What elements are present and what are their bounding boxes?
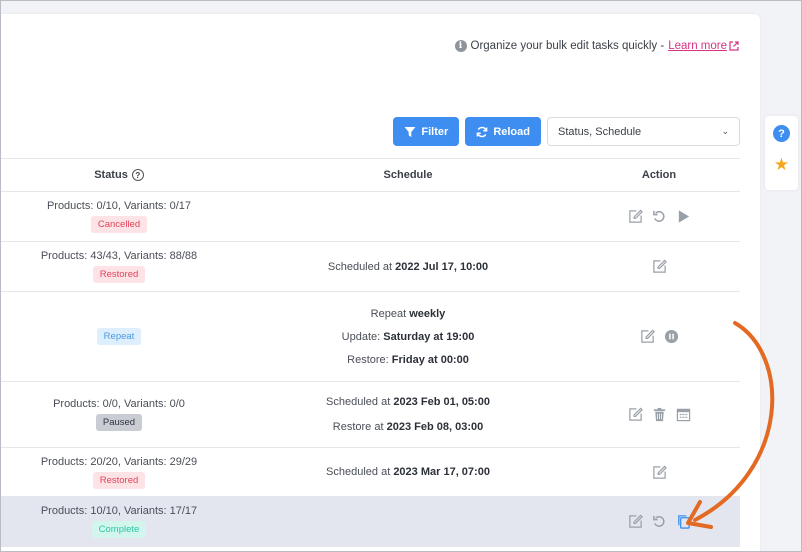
table-row: Products: 0/0, Variants: 0/0 Paused Sche… [0, 382, 740, 448]
chevron-down-icon: ⌄ [721, 126, 729, 136]
table-row: Products: 43/43, Variants: 88/88 Restore… [0, 242, 740, 292]
tip-line: i Organize your bulk edit tasks quickly … [454, 40, 739, 52]
action-cell [578, 209, 740, 224]
schedule-cell: Scheduled at 2023 Mar 17, 07:00 [238, 466, 578, 478]
table-header: Status ? Schedule Action [0, 158, 740, 192]
edit-icon[interactable] [652, 465, 667, 480]
undo-icon[interactable] [652, 209, 667, 224]
action-header: Action [641, 169, 677, 181]
edit-icon[interactable] [628, 514, 643, 529]
table-row: Products: 0/10, Variants: 0/17 Cancelled [0, 192, 740, 242]
schedule-line: Restore at 2023 Feb 08, 03:00 [332, 421, 484, 433]
filter-button[interactable]: Filter [393, 117, 460, 146]
row-summary: Products: 0/0, Variants: 0/0 [53, 398, 185, 410]
star-icon[interactable]: ★ [774, 156, 789, 173]
pause-icon[interactable] [664, 329, 679, 344]
status-badge: Cancelled [90, 216, 148, 233]
row-summary: Products: 20/20, Variants: 29/29 [40, 455, 198, 468]
table-row: Products: 10/10, Variants: 17/17 Complet… [0, 497, 740, 547]
undo-icon[interactable] [652, 514, 667, 529]
edit-icon[interactable] [640, 329, 655, 344]
schedule-line: Restore: Friday at 00:00 [347, 353, 469, 366]
info-icon: i [454, 40, 467, 52]
row-summary: Products: 43/43, Variants: 88/88 [40, 250, 198, 262]
edit-icon[interactable] [628, 209, 643, 224]
action-cell [578, 407, 740, 422]
schedule-line: Update: Saturday at 19:00 [341, 330, 475, 343]
trash-icon[interactable] [652, 407, 667, 422]
status-cell: Repeat [0, 328, 238, 345]
tip-text: Organize your bulk edit tasks quickly - [470, 40, 665, 52]
main-card: i Organize your bulk edit tasks quickly … [0, 14, 760, 552]
table-row: Products: 20/20, Variants: 29/29 Restore… [0, 448, 740, 497]
edit-icon[interactable] [652, 259, 667, 274]
action-cell [578, 514, 740, 529]
status-cell: Products: 10/10, Variants: 17/17 Complet… [0, 505, 238, 538]
schedule-line: Scheduled at 2023 Feb 01, 05:00 [326, 396, 490, 408]
schedule-header: Schedule [383, 169, 433, 181]
filter-label: Filter [421, 125, 449, 138]
tasks-table: Status ? Schedule Action Products: 0/10,… [0, 158, 740, 547]
status-badge: Restored [92, 471, 146, 489]
schedule-line: Scheduled at 2023 Mar 17, 07:00 [326, 466, 490, 478]
help-icon[interactable]: ? [773, 125, 790, 142]
status-badge: Repeat [96, 328, 142, 345]
filter-icon [404, 126, 416, 137]
action-cell [578, 259, 740, 274]
status-badge: Complete [91, 521, 147, 538]
row-summary: Products: 0/10, Variants: 0/17 [46, 200, 192, 212]
status-badge: Restored [92, 266, 146, 283]
edit-icon[interactable] [628, 407, 643, 422]
play-icon[interactable] [676, 209, 691, 224]
floating-sidebar: ? ★ [765, 116, 798, 190]
status-cell: Products: 0/10, Variants: 0/17 Cancelled [0, 200, 238, 233]
schedule-cell: Repeat weekly Update: Saturday at 19:00 … [238, 308, 578, 366]
reload-button[interactable]: Reload [465, 117, 541, 146]
action-cell [578, 329, 740, 344]
sort-select[interactable]: Status, Schedule ⌄ [547, 117, 740, 146]
status-header: Status ? [0, 169, 238, 181]
reload-label: Reload [493, 125, 530, 138]
schedule-line: Scheduled at 2022 Jul 17, 10:00 [327, 260, 489, 273]
reload-icon [476, 126, 488, 137]
sort-select-value: Status, Schedule [558, 125, 642, 138]
status-badge: Paused [95, 414, 143, 431]
learn-more-link[interactable]: Learn more [668, 40, 739, 52]
toolbar: Filter Reload Status, Schedule ⌄ [393, 117, 740, 146]
copy-icon[interactable] [676, 514, 691, 529]
schedule-line: Repeat weekly [370, 307, 446, 320]
table-row: Repeat Repeat weekly Update: Saturday at… [0, 292, 740, 382]
calendar-icon[interactable] [676, 407, 691, 422]
status-cell: Products: 0/0, Variants: 0/0 Paused [0, 398, 238, 431]
question-icon[interactable]: ? [131, 169, 144, 181]
action-cell [578, 465, 740, 480]
schedule-cell: Scheduled at 2022 Jul 17, 10:00 [238, 261, 578, 273]
status-cell: Products: 43/43, Variants: 88/88 Restore… [0, 250, 238, 283]
row-summary: Products: 10/10, Variants: 17/17 [40, 505, 198, 517]
schedule-cell: Scheduled at 2023 Feb 01, 05:00 Restore … [238, 396, 578, 433]
external-link-icon [729, 41, 739, 51]
status-cell: Products: 20/20, Variants: 29/29 Restore… [0, 456, 238, 489]
